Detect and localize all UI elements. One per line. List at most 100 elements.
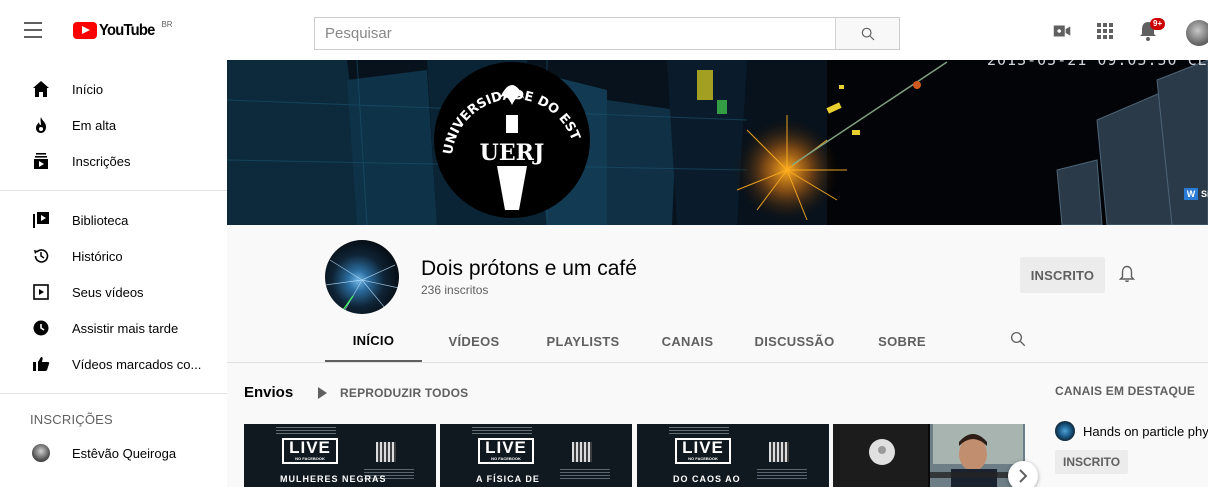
banner-link-text: Si — [1201, 189, 1208, 199]
thumbnail-header-text — [276, 427, 336, 435]
search-icon — [861, 27, 874, 40]
video-thumbnail[interactable]: LIVE NO FACEBOOK A FÍSICA DE — [440, 424, 632, 487]
channel-name: Dois prótons e um café — [421, 257, 637, 280]
sidebar-item-trending[interactable]: Em alta — [0, 107, 227, 143]
history-icon — [32, 247, 50, 265]
banner-artwork: UERJ UNIVERSIDADE DO ESTADO DO RIO DE JA… — [227, 60, 1208, 225]
banner-link-badge[interactable]: W Si — [1184, 188, 1208, 200]
sidebar-item-label: Inscrições — [72, 153, 131, 169]
your-videos-icon — [32, 283, 50, 301]
liked-icon — [32, 355, 50, 373]
hamburger-menu-icon[interactable] — [24, 22, 50, 40]
sidebar-item-label: Seus vídeos — [72, 284, 144, 300]
sidebar-item-label: Em alta — [72, 117, 117, 133]
youtube-logo[interactable]: YouTube BR — [73, 20, 173, 42]
featured-channel-name: Hands on particle phy — [1083, 423, 1208, 439]
video-call-thumbnail-art — [833, 424, 1025, 487]
thumbnail-title-line: DO CAOS AO — [673, 474, 741, 484]
thumbnail-small-text — [560, 469, 610, 481]
shelf-next-button[interactable] — [1008, 461, 1038, 487]
live-badge-text: LIVE — [682, 438, 724, 457]
search-bar — [314, 17, 900, 50]
search-button[interactable] — [835, 18, 899, 49]
country-code: BR — [161, 20, 173, 29]
sidebar-divider — [0, 393, 227, 394]
sidebar-divider — [0, 190, 227, 191]
featured-subscribed-button[interactable]: INSCRITO — [1055, 450, 1129, 474]
video-thumbnail[interactable]: LIVE NO FACEBOOK DO CAOS AO — [637, 424, 829, 487]
sidebar-item-subscriptions[interactable]: Inscrições — [0, 143, 227, 179]
sidebar-item-your-videos[interactable]: Seus vídeos — [0, 274, 227, 310]
qr-code — [572, 442, 592, 462]
subscription-avatar — [32, 444, 50, 462]
youtube-play-icon — [73, 22, 97, 39]
subscriptions-icon — [32, 152, 50, 170]
play-icon — [318, 387, 327, 399]
sidebar-item-label: Assistir mais tarde — [72, 320, 179, 336]
tab-playlists[interactable]: PLAYLISTS — [526, 321, 640, 362]
live-badge: LIVE NO FACEBOOK — [282, 438, 338, 464]
uploads-shelf-title[interactable]: Envios — [244, 384, 293, 401]
tab-videos[interactable]: VÍDEOS — [422, 321, 526, 362]
live-badge-text: LIVE — [485, 438, 527, 457]
sidebar-item-watch-later[interactable]: Assistir mais tarde — [0, 310, 227, 346]
thumbnail-title-line: MULHERES NEGRAS — [280, 474, 387, 484]
channel-avatar-art — [325, 259, 399, 311]
sidebar-item-home[interactable]: Início — [0, 71, 227, 107]
thumbnail-title-line: A FÍSICA DE — [476, 474, 540, 484]
watch-later-icon — [32, 319, 50, 337]
search-input[interactable] — [315, 18, 835, 49]
sidebar-item-label: Histórico — [72, 248, 123, 264]
thumbnail-header-text — [669, 427, 729, 435]
channel-avatar[interactable] — [325, 240, 399, 314]
featured-channel-avatar — [1055, 421, 1075, 441]
logo-text: YouTube — [99, 22, 155, 39]
subscriber-count: 236 inscritos — [421, 283, 489, 297]
sidebar-item-label: Vídeos marcados co... — [72, 356, 202, 372]
sidebar: Início Em alta Inscrições Biblioteca His… — [0, 60, 227, 487]
live-badge: LIVE NO FACEBOOK — [675, 438, 731, 464]
tab-sobre[interactable]: SOBRE — [854, 321, 950, 362]
tab-discussao[interactable]: DISCUSSÃO — [735, 321, 854, 362]
home-icon — [32, 80, 50, 98]
channel-search-icon[interactable] — [1009, 330, 1027, 353]
sidebar-item-history[interactable]: Histórico — [0, 238, 227, 274]
sidebar-item-subscription[interactable]: Estêvão Queiroga — [0, 435, 227, 471]
subscriptions-header: INSCRIÇÕES — [30, 412, 113, 427]
banner-link-icon: W — [1184, 188, 1198, 200]
qr-code — [769, 442, 789, 462]
tab-canais[interactable]: CANAIS — [640, 321, 735, 362]
subscription-avatar-wrap — [32, 444, 50, 462]
sidebar-item-liked-videos[interactable]: Vídeos marcados co... — [0, 346, 227, 382]
live-badge: LIVE NO FACEBOOK — [478, 438, 534, 464]
qr-code — [376, 442, 396, 462]
channel-tabs: INÍCIO VÍDEOS PLAYLISTS CANAIS DISCUSSÃO… — [325, 321, 950, 362]
apps-grid-icon[interactable] — [1093, 19, 1117, 43]
subscribed-button[interactable]: INSCRITO — [1020, 257, 1105, 293]
video-thumbnail[interactable]: LIVE NO FACEBOOK MULHERES NEGRAS — [244, 424, 436, 487]
sidebar-item-label: Início — [72, 81, 104, 97]
channel-banner: UERJ UNIVERSIDADE DO ESTADO DO RIO DE JA… — [227, 60, 1208, 225]
live-badge-text: LIVE — [289, 438, 331, 457]
play-all-button[interactable]: REPRODUZIR TODOS — [318, 386, 468, 400]
featured-channels-title: CANAIS EM DESTAQUE — [1055, 384, 1196, 398]
sidebar-item-label: Biblioteca — [72, 212, 129, 228]
channel-header: Dois prótons e um café 236 inscritos INS… — [227, 225, 1208, 363]
chevron-right-icon — [1019, 469, 1028, 483]
create-video-icon[interactable] — [1050, 19, 1074, 43]
play-all-label: REPRODUZIR TODOS — [340, 386, 469, 400]
video-thumbnail[interactable] — [833, 424, 1025, 487]
thumbnail-small-text — [757, 469, 807, 481]
svg-text:UERJ: UERJ — [480, 140, 545, 166]
notification-preferences-bell-icon[interactable] — [1118, 265, 1136, 288]
top-bar: YouTube BR 9+ — [0, 0, 1208, 60]
sidebar-item-label: Estêvão Queiroga — [72, 445, 177, 461]
tab-inicio[interactable]: INÍCIO — [325, 321, 422, 362]
featured-channel-item[interactable]: Hands on particle phy — [1055, 421, 1208, 441]
sidebar-item-library[interactable]: Biblioteca — [0, 202, 227, 238]
trending-icon — [32, 116, 50, 134]
user-avatar[interactable] — [1186, 20, 1208, 46]
banner-timestamp: 2013-05-21 09:05:50 CEST — [987, 60, 1208, 69]
library-icon — [32, 211, 50, 229]
thumbnail-header-text — [472, 427, 532, 435]
